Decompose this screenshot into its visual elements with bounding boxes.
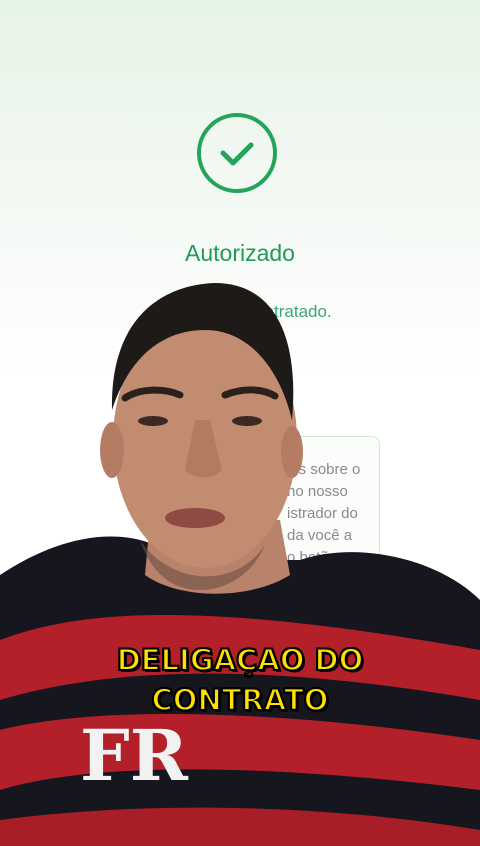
caption-line-2: CONTRATO	[151, 682, 330, 718]
video-caption: DELIGAÇAO DO CONTRATO	[0, 640, 480, 720]
svg-text:FR: FR	[80, 714, 189, 797]
caption-line-1: DELIGAÇAO DO	[116, 642, 365, 678]
